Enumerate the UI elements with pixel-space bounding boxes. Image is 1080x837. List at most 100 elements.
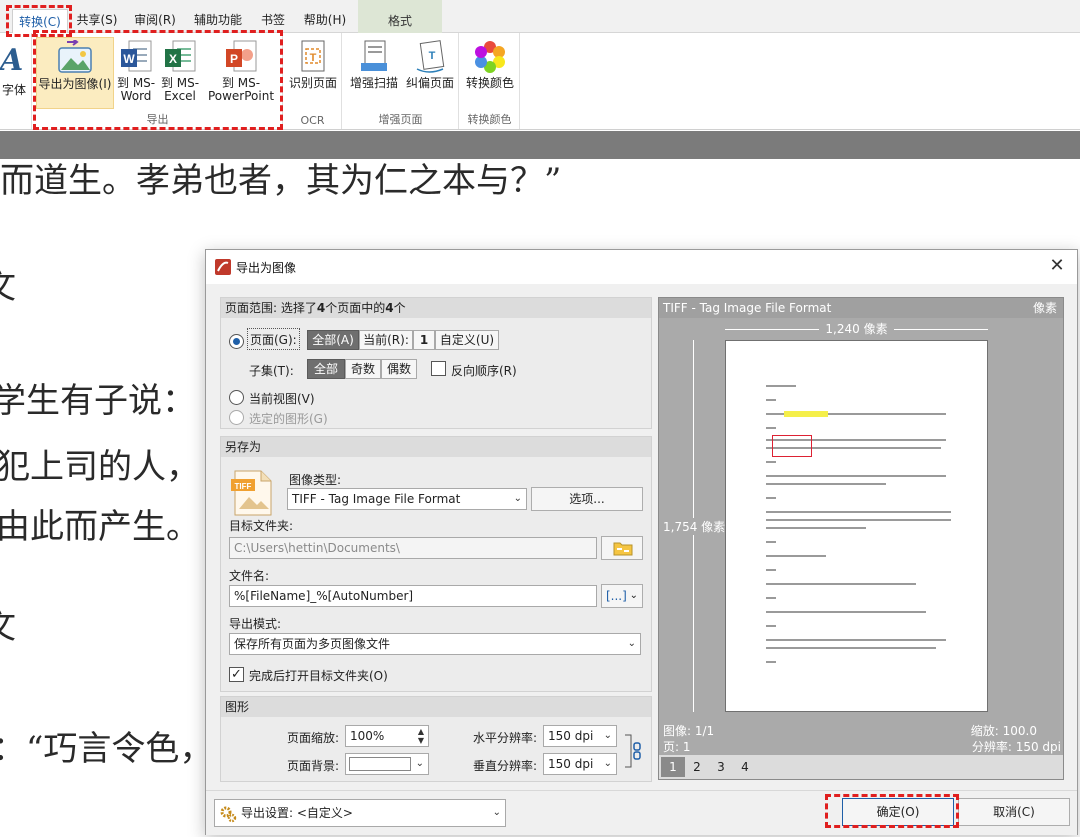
- horizontal-resolution-select[interactable]: 150 dpi ⌄: [543, 725, 617, 747]
- horizontal-resolution-label: 水平分辨率:: [473, 731, 538, 745]
- selected-shapes-radio[interactable]: [229, 410, 244, 425]
- doc-line: 犯上司的人，: [0, 447, 200, 487]
- preview-header: TIFF - Tag Image File Format 像素: [659, 298, 1063, 318]
- chevron-down-icon: ⌄: [629, 590, 638, 601]
- doc-line: 而道生。孝弟也者，其为仁之本与？”: [0, 161, 562, 201]
- spin-down-icon[interactable]: ▼: [416, 736, 426, 745]
- background-color-swatch: [349, 757, 411, 771]
- tab-bookmarks[interactable]: 书签: [254, 8, 292, 32]
- dest-folder-input[interactable]: C:\Users\hettin\Documents\: [229, 537, 597, 559]
- convert-colors-label: 转换颜色: [465, 76, 514, 90]
- page-tab-1[interactable]: 1: [661, 757, 685, 777]
- preview-page-info: 页: 1: [663, 740, 691, 754]
- page-tab-2[interactable]: 2: [685, 757, 709, 777]
- ribbon-group-enhance: 增强扫描 T 纠偏页面 增强页面: [343, 33, 459, 129]
- range-current-value[interactable]: 1: [413, 330, 435, 350]
- current-view-radio[interactable]: [229, 390, 244, 405]
- page-background-select[interactable]: ⌄: [345, 753, 429, 775]
- page-tab-3[interactable]: 3: [709, 757, 733, 777]
- spin-up-icon[interactable]: ▲: [416, 727, 426, 736]
- enhance-scan-button[interactable]: 增强扫描: [347, 37, 401, 109]
- ocr-icon: T: [301, 40, 325, 72]
- tiff-file-icon: TIFF: [231, 470, 272, 516]
- link-resolution-icon[interactable]: [623, 733, 643, 769]
- reverse-order-checkbox[interactable]: [431, 361, 446, 376]
- preview-format: TIFF - Tag Image File Format: [663, 301, 832, 315]
- chevron-down-icon: ⌄: [513, 493, 522, 504]
- tab-format[interactable]: 格式: [358, 0, 442, 33]
- red-box-mark: [772, 435, 812, 457]
- subset-all-button[interactable]: 全部: [307, 359, 345, 379]
- width-label-box: 1,240 像素: [725, 320, 988, 337]
- export-mode-select[interactable]: 保存所有页面为多页图像文件 ⌄: [229, 633, 641, 655]
- filename-input[interactable]: %[FileName]_%[AutoNumber]: [229, 585, 597, 607]
- chevron-down-icon: ⌄: [603, 758, 612, 769]
- deskew-page-button[interactable]: T 纠偏页面: [403, 37, 457, 109]
- chevron-down-icon: ⌄: [603, 730, 612, 741]
- subset-odd-button[interactable]: 奇数: [345, 359, 381, 379]
- filename-macro-button[interactable]: [...] ⌄: [601, 584, 643, 608]
- highlight-mark: [784, 411, 828, 417]
- open-folder-checkbox[interactable]: ✓: [229, 667, 244, 682]
- convert-colors-button[interactable]: 转换颜色: [463, 37, 517, 109]
- image-type-select[interactable]: TIFF - Tag Image File Format ⌄: [287, 488, 527, 510]
- tab-accessibility[interactable]: 辅助功能: [188, 8, 248, 32]
- page-range-total-count: 4: [385, 301, 394, 315]
- footer-separator: [206, 790, 1077, 791]
- preview-panel: TIFF - Tag Image File Format 像素 1,240 像素…: [658, 297, 1064, 780]
- options-button[interactable]: 选项...: [531, 487, 643, 511]
- app-logo-icon: [215, 259, 231, 275]
- chevron-down-icon: ⌄: [415, 758, 424, 769]
- color-wheel-icon: [475, 41, 505, 73]
- page-range-selected-count: 4: [316, 301, 326, 315]
- page-range-section: 页面范围: 选择了4个页面中的4个 页面(G): 全部(A) 当前(R): 1 …: [220, 297, 652, 429]
- chevron-down-icon: ⌄: [492, 807, 501, 818]
- tab-share[interactable]: 共享(S): [72, 8, 122, 32]
- gear-icon: [220, 806, 237, 823]
- export-settings-select[interactable]: 导出设置: <自定义> ⌄: [214, 799, 506, 827]
- deskew-icon: T: [416, 40, 445, 73]
- range-all-button[interactable]: 全部(A): [307, 330, 359, 350]
- export-mode-label: 导出模式:: [229, 617, 282, 631]
- ocr-group-label: OCR: [300, 114, 325, 127]
- browse-folder-button[interactable]: [601, 536, 643, 560]
- save-as-header: 另存为: [221, 437, 651, 457]
- menu-bar: 转换(C) 共享(S) 审阅(R) 辅助功能 书签 帮助(H) 格式: [0, 0, 1080, 34]
- preview-page-tabs: 1 2 3 4: [659, 755, 1063, 779]
- dialog-body: 页面范围: 选择了4个页面中的4个 页面(G): 全部(A) 当前(R): 1 …: [206, 284, 1077, 835]
- range-custom-button[interactable]: 自定义(U): [435, 330, 499, 350]
- preview-image-info: 图像: 1/1: [663, 724, 715, 738]
- svg-text:T: T: [429, 50, 436, 62]
- subset-even-button[interactable]: 偶数: [381, 359, 417, 379]
- annotation-box-export-group: [33, 30, 283, 130]
- open-folder-label: 完成后打开目标文件夹(O): [249, 669, 388, 683]
- subset-label: 子集(T):: [249, 364, 294, 378]
- graphics-section: 图形 页面缩放: 100% ▲ ▼ 页面背景: ⌄ 水平分辨率: 150 dpi…: [220, 696, 652, 782]
- dialog-title: 导出为图像: [236, 261, 297, 275]
- range-current-button[interactable]: 当前(R):: [359, 330, 413, 350]
- recognize-page-button[interactable]: T 识别页面: [286, 37, 340, 109]
- zoom-input[interactable]: 100% ▲ ▼: [345, 725, 429, 747]
- enhance-scan-label: 增强扫描: [349, 76, 398, 90]
- doc-line: 文: [0, 259, 16, 308]
- deskew-page-label: 纠偏页面: [405, 76, 454, 90]
- dialog-titlebar[interactable]: 导出为图像 ✕: [206, 250, 1077, 284]
- page-range-header: 页面范围: 选择了4个页面中的4个: [221, 298, 651, 318]
- vertical-resolution-select[interactable]: 150 dpi ⌄: [543, 753, 617, 775]
- doc-line: 学生有子说：: [0, 381, 196, 421]
- recognize-page-label: 识别页面: [288, 76, 337, 90]
- tab-help[interactable]: 帮助(H): [298, 8, 352, 32]
- cancel-button[interactable]: 取消(C): [958, 798, 1070, 826]
- tab-review[interactable]: 审阅(R): [128, 8, 182, 32]
- font-button-label[interactable]: 字体: [2, 81, 26, 98]
- zoom-label: 页面缩放:: [287, 731, 340, 745]
- enhance-group-label: 增强页面: [378, 113, 423, 126]
- current-view-label: 当前视图(V): [249, 392, 315, 406]
- pages-label[interactable]: 页面(G):: [247, 328, 300, 350]
- page-tab-4[interactable]: 4: [733, 757, 757, 777]
- selected-shapes-label: 选定的图形(G): [249, 412, 328, 426]
- folder-icon: [613, 542, 633, 556]
- close-icon[interactable]: ✕: [1047, 256, 1067, 276]
- vertical-resolution-label: 垂直分辨率:: [473, 759, 538, 773]
- pages-radio[interactable]: [229, 334, 244, 349]
